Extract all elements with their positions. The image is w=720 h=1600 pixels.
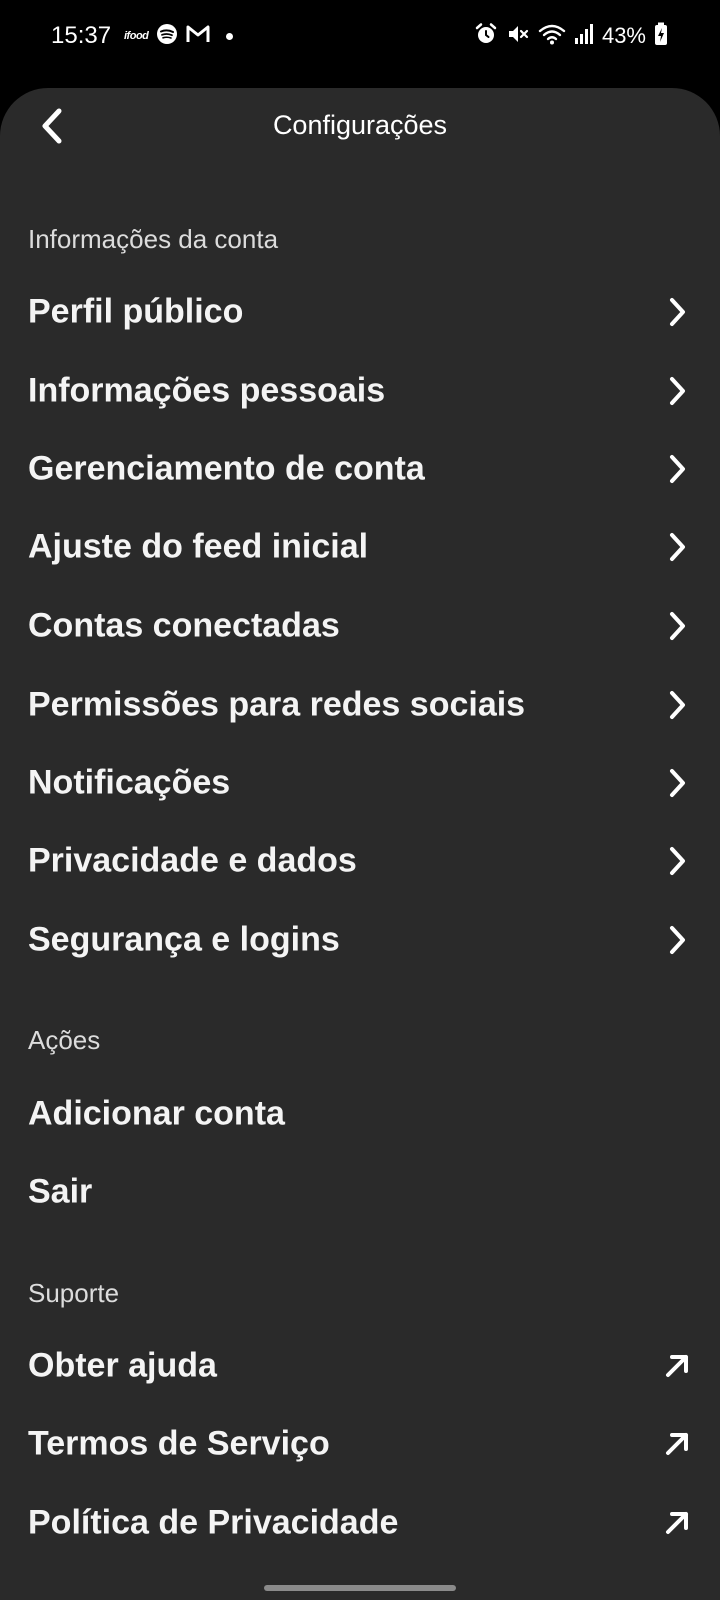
- wifi-icon: [538, 22, 566, 51]
- chevron-right-icon: [662, 690, 692, 720]
- menu-item-label: Adicionar conta: [28, 1094, 285, 1133]
- status-right-icons: 43%: [474, 20, 668, 52]
- menu-item-gerenciamento-de-conta[interactable]: Gerenciamento de conta: [0, 430, 720, 508]
- menu-item-termos-de-servico[interactable]: Termos de Serviço: [0, 1405, 720, 1483]
- mute-icon: [506, 22, 530, 51]
- header: Configurações: [0, 88, 720, 168]
- menu-item-label: Contas conectadas: [28, 606, 340, 645]
- menu-item-label: Privacidade e dados: [28, 841, 357, 880]
- status-time: 15:37: [51, 22, 112, 49]
- alarm-icon: [474, 22, 498, 51]
- section-label-actions: Ações: [28, 1025, 101, 1055]
- menu-item-label: Perfil público: [28, 292, 244, 331]
- chevron-right-icon: [662, 611, 692, 641]
- battery-charging-icon: [654, 22, 668, 51]
- menu-item-adicionar-conta[interactable]: Adicionar conta: [0, 1075, 720, 1153]
- menu-item-seguranca-e-logins[interactable]: Segurança e logins: [0, 901, 720, 979]
- menu-item-label: Política de Privacidade: [28, 1503, 399, 1542]
- notification-dot-icon: [226, 32, 234, 40]
- page-title: Configurações: [272, 110, 448, 140]
- gmail-icon: [186, 24, 210, 49]
- chevron-right-icon: [662, 297, 692, 327]
- menu-item-informacoes-pessoais[interactable]: Informações pessoais: [0, 352, 720, 430]
- signal-icon: [574, 23, 594, 50]
- home-indicator[interactable]: [264, 1585, 456, 1591]
- menu-item-label: Informações pessoais: [28, 371, 386, 410]
- menu-item-label: Notificações: [28, 763, 231, 802]
- external-link-arrow-icon: [662, 1429, 692, 1459]
- menu-item-permissoes-redes-sociais[interactable]: Permissões para redes sociais: [0, 666, 720, 744]
- menu-item-label: Ajuste do feed inicial: [28, 527, 369, 566]
- menu-item-obter-ajuda[interactable]: Obter ajuda: [0, 1327, 720, 1405]
- chevron-right-icon: [662, 768, 692, 798]
- status-left-icons: ifood: [124, 22, 234, 50]
- menu-item-label: Obter ajuda: [28, 1346, 217, 1385]
- menu-item-label: Permissões para redes sociais: [28, 685, 526, 724]
- chevron-right-icon: [662, 846, 692, 876]
- menu-item-sair[interactable]: Sair: [0, 1153, 720, 1231]
- menu-item-notificacoes[interactable]: Notificações: [0, 744, 720, 822]
- settings-sheet: Configurações Informações da conta Perfi…: [0, 88, 720, 1600]
- section-label-support: Suporte: [28, 1278, 120, 1308]
- external-link-arrow-icon: [662, 1508, 692, 1538]
- chevron-right-icon: [662, 454, 692, 484]
- menu-item-privacidade-e-dados[interactable]: Privacidade e dados: [0, 822, 720, 900]
- menu-item-perfil-publico[interactable]: Perfil público: [0, 273, 720, 351]
- menu-item-label: Segurança e logins: [28, 920, 340, 959]
- menu-item-label: Termos de Serviço: [28, 1424, 330, 1463]
- status-bar: 15:37 ifood 43%: [0, 0, 720, 72]
- external-link-arrow-icon: [662, 1351, 692, 1381]
- menu-item-ajuste-do-feed[interactable]: Ajuste do feed inicial: [0, 508, 720, 586]
- ifood-icon: ifood: [124, 30, 149, 42]
- chevron-right-icon: [662, 376, 692, 406]
- chevron-right-icon: [662, 925, 692, 955]
- menu-item-politica-de-privacidade[interactable]: Política de Privacidade: [0, 1484, 720, 1562]
- chevron-right-icon: [662, 532, 692, 562]
- spotify-icon: [156, 23, 178, 50]
- menu-item-label: Gerenciamento de conta: [28, 449, 425, 488]
- menu-item-label: Sair: [28, 1172, 93, 1211]
- section-label-account: Informações da conta: [28, 224, 279, 254]
- battery-percent: 43%: [601, 23, 646, 48]
- menu-item-contas-conectadas[interactable]: Contas conectadas: [0, 587, 720, 665]
